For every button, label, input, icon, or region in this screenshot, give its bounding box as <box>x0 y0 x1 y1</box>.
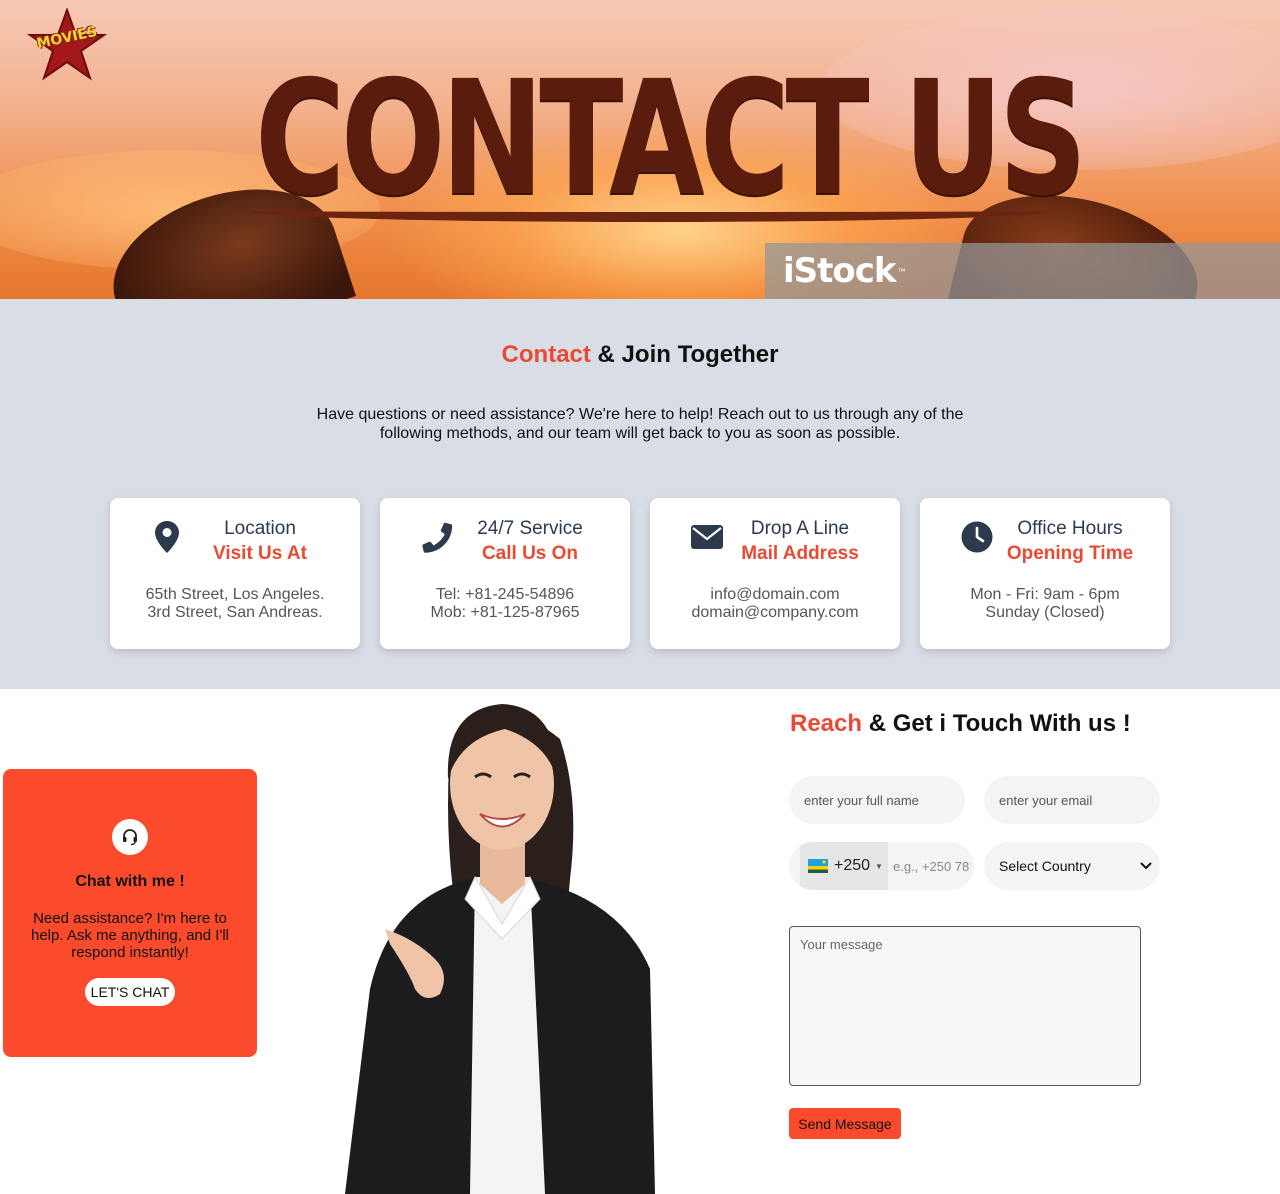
hero-banner: CONTACT US iStock ™ MOVIES <box>0 0 1280 299</box>
email-input[interactable] <box>984 776 1160 824</box>
phone-input[interactable] <box>889 842 974 890</box>
send-message-button[interactable]: Send Message <box>789 1108 901 1139</box>
card-heading: 24/7 Service <box>477 518 583 539</box>
location-pin-icon <box>150 520 184 554</box>
headset-icon <box>112 819 148 855</box>
support-agent-image <box>330 689 670 1194</box>
contact-card-email: Drop A Line Mail Address info@domain.com… <box>650 498 900 649</box>
contact-title-accent: Contact <box>501 341 591 368</box>
full-name-input[interactable] <box>789 776 965 824</box>
watermark-text: iStock <box>783 251 897 291</box>
card-subheading: Call Us On <box>481 543 579 564</box>
country-select-value: Select Country <box>999 858 1091 874</box>
site-logo[interactable]: MOVIES <box>26 7 108 82</box>
contact-card-hours: Office Hours Opening Time Mon - Fri: 9am… <box>920 498 1170 649</box>
country-code: +250 <box>834 857 871 874</box>
envelope-icon <box>690 520 724 554</box>
chat-description: Need assistance? I'm here to help. Ask m… <box>31 910 229 961</box>
card-heading: Location <box>224 518 296 539</box>
country-code-dropdown[interactable]: +250 ▼ <box>800 842 888 890</box>
card-line: Tel: +81-245-54896 <box>435 586 575 603</box>
istock-watermark: iStock ™ <box>765 243 1280 299</box>
hero-title: CONTACT US <box>255 47 1087 231</box>
chat-widget: Chat with me ! Need assistance? I'm here… <box>3 769 257 1057</box>
contact-card-service: 24/7 Service Call Us On Tel: +81-245-548… <box>380 498 630 649</box>
card-line: Sunday (Closed) <box>985 604 1105 621</box>
chevron-down-icon <box>1140 862 1152 870</box>
card-line: domain@company.com <box>691 604 859 621</box>
card-line: 65th Street, Los Angeles. <box>145 586 325 603</box>
form-title-accent: Reach <box>790 710 863 737</box>
card-line: Mob: +81-125-87965 <box>430 604 580 621</box>
message-textarea[interactable] <box>789 926 1141 1086</box>
contact-description: Have questions or need assistance? We're… <box>316 406 964 442</box>
card-subheading: Mail Address <box>741 543 859 564</box>
card-subheading: Opening Time <box>1006 543 1134 564</box>
rwanda-flag-icon <box>808 859 828 873</box>
card-line: info@domain.com <box>710 586 840 603</box>
card-heading: Office Hours <box>1017 518 1123 539</box>
card-line: 3rd Street, San Andreas. <box>147 604 323 621</box>
card-heading: Drop A Line <box>750 518 850 539</box>
card-line: Mon - Fri: 9am - 6pm <box>970 586 1120 603</box>
card-subheading: Visit Us At <box>213 543 307 564</box>
chat-title: Chat with me ! <box>75 873 185 890</box>
contact-title-rest: & Join Together <box>590 341 779 368</box>
caret-down-icon: ▼ <box>875 861 883 871</box>
clock-icon <box>960 520 994 554</box>
contact-section: Contact & Join Together Have questions o… <box>0 299 1280 689</box>
phone-icon <box>420 520 454 554</box>
contact-title: Contact & Join Together <box>0 341 1280 369</box>
form-title-rest: & Get i Touch With us ! <box>862 710 1131 737</box>
form-title: Reach & Get i Touch With us ! <box>790 710 1131 738</box>
lets-chat-button[interactable]: LET'S CHAT <box>85 978 175 1006</box>
contact-card-location: Location Visit Us At 65th Street, Los An… <box>110 498 360 649</box>
phone-field: +250 ▼ <box>789 842 974 890</box>
country-select[interactable]: Select Country <box>984 842 1160 890</box>
